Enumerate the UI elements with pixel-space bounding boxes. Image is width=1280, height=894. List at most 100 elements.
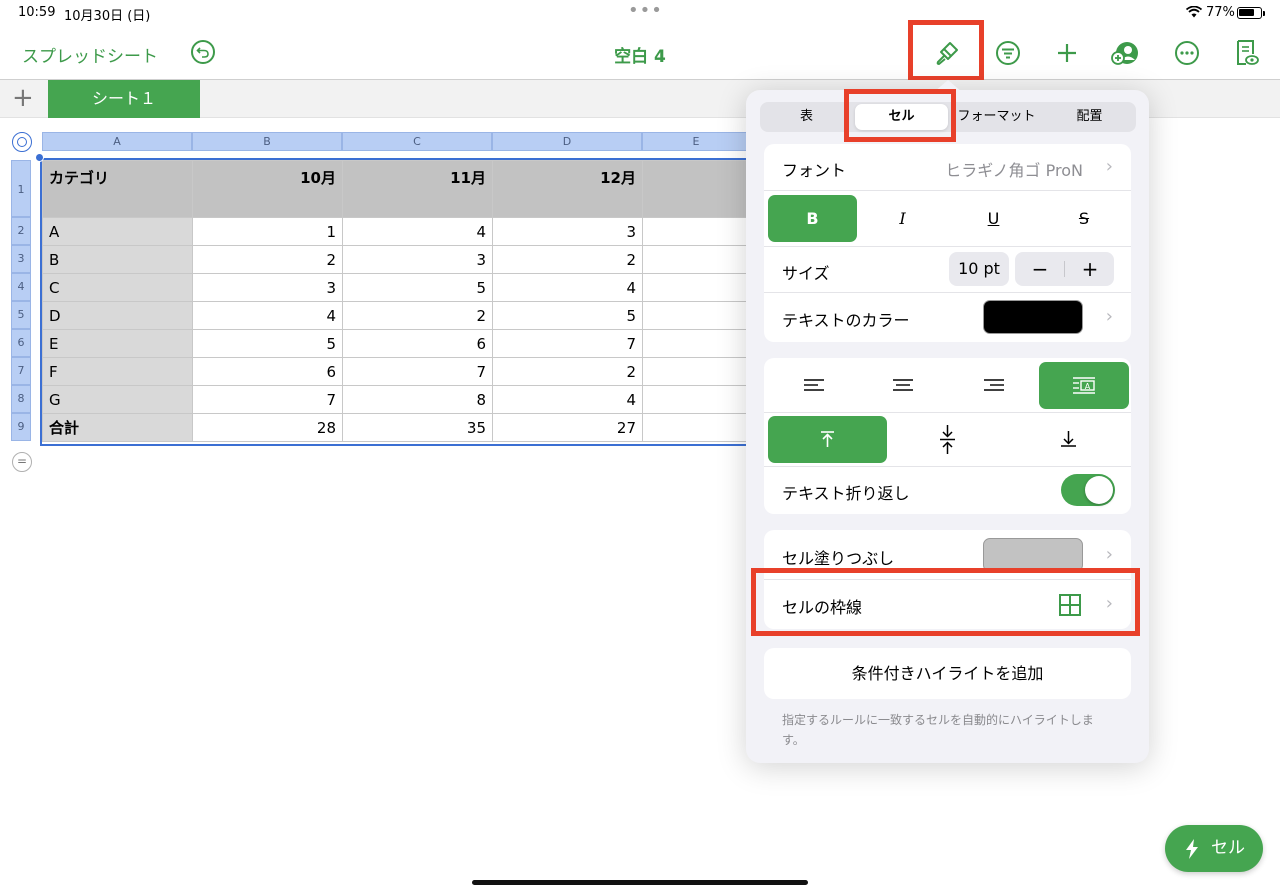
align-left-icon[interactable] bbox=[768, 362, 857, 409]
table-cell[interactable]: 5 bbox=[342, 273, 493, 302]
add-conditional-highlight-button[interactable]: 条件付きハイライトを追加 bbox=[764, 648, 1131, 699]
strikethrough-button[interactable]: S bbox=[1039, 195, 1129, 242]
underline-button[interactable]: U bbox=[948, 195, 1039, 242]
table-cell[interactable] bbox=[642, 217, 751, 246]
add-sheet-button[interactable]: + bbox=[12, 85, 34, 111]
wrap-text-row: テキスト折り返し bbox=[764, 466, 1131, 514]
table-cell[interactable] bbox=[642, 301, 751, 330]
table-cell[interactable]: 3 bbox=[492, 217, 643, 246]
size-value[interactable]: 10 pt bbox=[949, 252, 1009, 286]
table-cell[interactable] bbox=[642, 329, 751, 358]
table-cell[interactable] bbox=[642, 357, 751, 386]
add-row-handle[interactable]: = bbox=[12, 452, 32, 472]
table-cell[interactable]: 2 bbox=[342, 301, 493, 330]
column-header[interactable]: B bbox=[192, 132, 342, 151]
row-header[interactable]: 2 bbox=[11, 217, 31, 245]
font-row[interactable]: フォント ヒラギノ角ゴ ProN › bbox=[764, 144, 1131, 190]
table-cell[interactable]: 28 bbox=[192, 413, 343, 442]
table-cell[interactable]: 7 bbox=[192, 385, 343, 414]
table-cell[interactable] bbox=[642, 273, 751, 302]
align-auto-icon[interactable]: A bbox=[1039, 362, 1129, 409]
table-cell[interactable]: 6 bbox=[192, 357, 343, 386]
valign-top-icon[interactable] bbox=[768, 416, 887, 463]
table-cell[interactable]: 5 bbox=[192, 329, 343, 358]
table-cell[interactable]: 2 bbox=[492, 357, 643, 386]
table-cell[interactable]: A bbox=[42, 217, 193, 246]
table-cell[interactable]: 合計 bbox=[42, 413, 193, 442]
tab-format[interactable]: フォーマット bbox=[950, 102, 1043, 132]
cell-fill-swatch[interactable] bbox=[983, 538, 1083, 572]
table-cell[interactable]: 8 bbox=[342, 385, 493, 414]
row-header[interactable]: 5 bbox=[11, 301, 31, 329]
table-cell[interactable]: 6 bbox=[342, 329, 493, 358]
table-cell[interactable]: F bbox=[42, 357, 193, 386]
table-cell[interactable]: 27 bbox=[492, 413, 643, 442]
row-header[interactable]: 1 bbox=[11, 160, 31, 217]
wrap-text-toggle[interactable] bbox=[1061, 474, 1115, 506]
table-cell[interactable]: 4 bbox=[342, 217, 493, 246]
size-increase-button[interactable]: + bbox=[1065, 252, 1115, 286]
size-row: サイズ 10 pt − + bbox=[764, 246, 1131, 292]
text-color-row[interactable]: テキストのカラー › bbox=[764, 292, 1131, 342]
column-header[interactable]: C bbox=[342, 132, 492, 151]
table-cell[interactable]: 1 bbox=[192, 217, 343, 246]
align-center-icon[interactable] bbox=[857, 362, 948, 409]
select-table-handle[interactable] bbox=[12, 132, 32, 152]
table-cell[interactable]: 11月 bbox=[342, 160, 493, 218]
table-cell[interactable]: D bbox=[42, 301, 193, 330]
tab-arrange[interactable]: 配置 bbox=[1043, 102, 1136, 132]
more-icon[interactable] bbox=[1172, 38, 1202, 68]
column-header[interactable]: E bbox=[642, 132, 750, 151]
table-cell[interactable]: 7 bbox=[342, 357, 493, 386]
sheet-tab-active[interactable]: シート１ bbox=[48, 80, 200, 118]
bold-button[interactable]: B bbox=[768, 195, 857, 242]
table-cell[interactable]: 3 bbox=[192, 273, 343, 302]
table-cell[interactable]: 2 bbox=[492, 245, 643, 274]
row-header[interactable]: 9 bbox=[11, 413, 31, 441]
column-header[interactable]: D bbox=[492, 132, 642, 151]
table-cell[interactable] bbox=[642, 160, 751, 218]
table-cell[interactable]: 4 bbox=[192, 301, 343, 330]
table-cell[interactable]: 7 bbox=[492, 329, 643, 358]
size-decrease-button[interactable]: − bbox=[1015, 252, 1065, 286]
reader-icon[interactable] bbox=[1231, 38, 1261, 68]
table-cell[interactable]: B bbox=[42, 245, 193, 274]
plus-icon[interactable] bbox=[1052, 38, 1082, 68]
table-cell[interactable]: 10月 bbox=[192, 160, 343, 218]
table-cell[interactable]: 35 bbox=[342, 413, 493, 442]
collaborate-icon[interactable] bbox=[1110, 38, 1140, 68]
table-cell[interactable] bbox=[642, 385, 751, 414]
table-cell[interactable]: 4 bbox=[492, 385, 643, 414]
italic-button[interactable]: I bbox=[857, 195, 948, 242]
row-header[interactable]: 8 bbox=[11, 385, 31, 413]
table-cell[interactable]: C bbox=[42, 273, 193, 302]
back-to-spreadsheets-link[interactable]: スプレッドシート bbox=[22, 42, 158, 67]
table-cell[interactable]: G bbox=[42, 385, 193, 414]
table-selection-handle[interactable] bbox=[35, 153, 44, 162]
text-color-swatch[interactable] bbox=[983, 300, 1083, 334]
tab-table[interactable]: 表 bbox=[760, 102, 853, 132]
undo-icon[interactable] bbox=[191, 40, 215, 64]
table-cell[interactable]: 5 bbox=[492, 301, 643, 330]
table-cell[interactable]: カテゴリ bbox=[42, 160, 193, 218]
table-cell[interactable]: E bbox=[42, 329, 193, 358]
table-cell[interactable]: 2 bbox=[192, 245, 343, 274]
table-cell[interactable]: 4 bbox=[492, 273, 643, 302]
valign-middle-icon[interactable] bbox=[887, 416, 1008, 463]
valign-bottom-icon[interactable] bbox=[1008, 416, 1129, 463]
row-header[interactable]: 7 bbox=[11, 357, 31, 385]
table-cell[interactable]: 3 bbox=[342, 245, 493, 274]
row-header[interactable]: 6 bbox=[11, 329, 31, 357]
table-cell[interactable] bbox=[642, 413, 751, 442]
column-header[interactable]: A bbox=[42, 132, 192, 151]
table-cell[interactable]: 12月 bbox=[492, 160, 643, 218]
table-cell[interactable] bbox=[642, 245, 751, 274]
multitasking-dots[interactable]: ••• bbox=[628, 0, 663, 21]
status-bar: 10:59 10月30日 (日) ••• 77% bbox=[0, 0, 1280, 26]
align-right-icon[interactable] bbox=[948, 362, 1039, 409]
wrap-text-label: テキスト折り返し bbox=[782, 484, 910, 503]
cell-action-button[interactable]: セル bbox=[1165, 825, 1263, 872]
filter-icon[interactable] bbox=[993, 38, 1023, 68]
row-header[interactable]: 3 bbox=[11, 245, 31, 273]
row-header[interactable]: 4 bbox=[11, 273, 31, 301]
